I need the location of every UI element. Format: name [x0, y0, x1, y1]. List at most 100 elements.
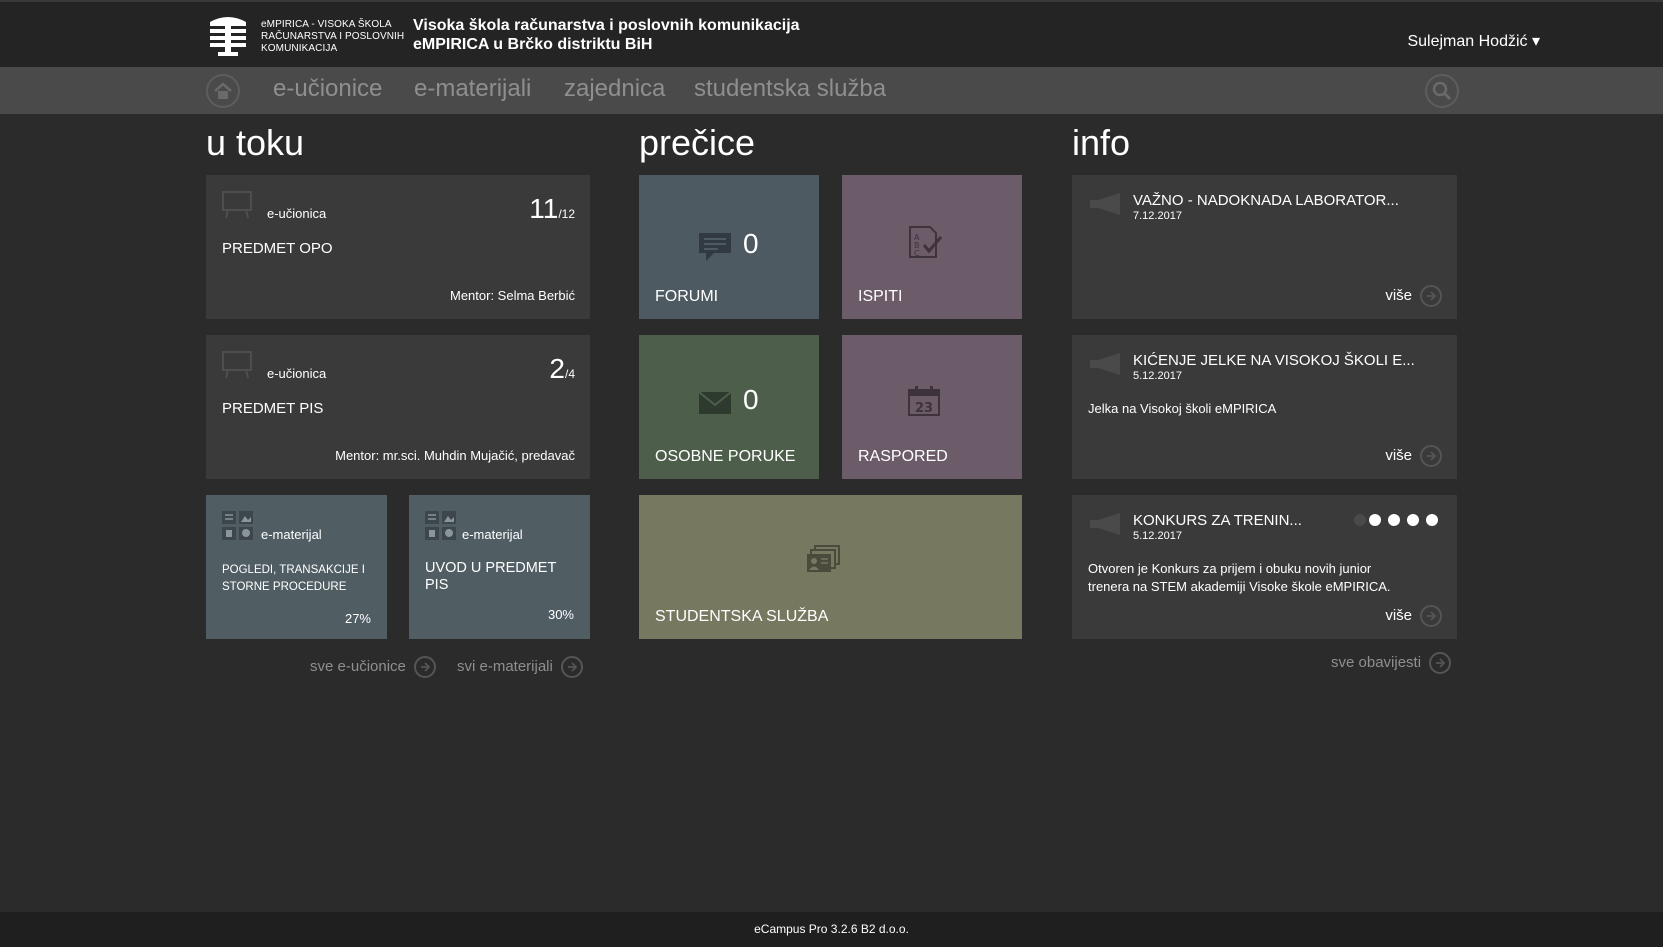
classroom-mentor: Mentor: Selma Berbić	[450, 288, 575, 303]
classroom-icon	[222, 351, 252, 379]
all-materials-label: svi e-materijali	[457, 657, 553, 675]
classroom-progress-current: 2	[549, 353, 565, 384]
message-count: 0	[743, 384, 759, 415]
carousel-dots	[1354, 513, 1438, 531]
info-more-label: više	[1385, 606, 1412, 624]
nav-item-studentska-sluzba[interactable]: studentska služba	[694, 75, 886, 103]
nav-item-e-materijali[interactable]: e-materijali	[414, 75, 531, 103]
forum-count: 0	[743, 228, 759, 259]
svg-text:C: C	[914, 249, 920, 258]
material-progress: 27%	[344, 611, 371, 626]
search-icon	[1432, 81, 1452, 101]
megaphone-icon	[1090, 353, 1120, 375]
classroom-name: PREDMET OPO	[222, 240, 333, 257]
calendar-day: 23	[915, 401, 933, 416]
section-title-precice: prečice	[639, 122, 756, 163]
classroom-progress-total: /4	[564, 367, 575, 381]
all-notices-label: sve obavijesti	[1331, 653, 1422, 671]
nav-item-e-ucionice[interactable]: e-učionice	[273, 75, 382, 103]
classroom-type: e-učionica	[267, 366, 327, 381]
nav-item-zajednica[interactable]: zajednica	[564, 75, 665, 103]
all-materials-link[interactable]: svi e-materijali	[457, 656, 583, 678]
exam-icon: A B C	[909, 226, 942, 258]
classroom-progress: 2/4	[549, 353, 575, 385]
info-more-link[interactable]: više	[1385, 445, 1442, 467]
calendar-icon: 23	[908, 386, 940, 416]
classroom-progress: 11/12	[529, 193, 575, 225]
info-item-nadoknada[interactable]: VAŽNO - NADOKNADA LABORATOR... 7.12.2017…	[1072, 175, 1457, 319]
shortcut-raspored[interactable]: 23 RASPORED	[842, 335, 1022, 479]
school-title-line1: Visoka škola računarstva i poslovnih kom…	[413, 17, 800, 34]
id-cards-icon	[807, 545, 840, 572]
material-type: e-materijal	[462, 527, 523, 542]
megaphone-icon	[1090, 513, 1120, 535]
info-more-link[interactable]: više	[1385, 285, 1442, 307]
user-menu[interactable]: Sulejman Hodžić ▾	[1407, 31, 1540, 51]
material-name-line1: POGLEDI, TRANSAKCIJE I	[222, 564, 365, 576]
material-progress: 30%	[547, 607, 574, 622]
home-icon	[214, 82, 232, 99]
header-bar: eMPIRICA - VISOKA ŠKOLA RAČUNARSTVA I PO…	[0, 0, 1663, 67]
carousel-dot[interactable]	[1369, 514, 1381, 526]
classroom-mentor: Mentor: mr.sci. Muhdin Mujačić, predavač	[335, 448, 575, 463]
school-title: Visoka škola računarstva i poslovnih kom…	[413, 16, 800, 54]
all-notices-link[interactable]: sve obavijesti	[1331, 652, 1452, 674]
shortcut-label: RASPORED	[858, 448, 948, 465]
material-tile-uvod-pis[interactable]: e-materijal UVOD U PREDMET PIS 30%	[409, 495, 590, 639]
info-date: 7.12.2017	[1133, 210, 1182, 222]
classroom-progress-total: /12	[558, 207, 575, 221]
material-icon	[222, 511, 253, 540]
classroom-tile-opo[interactable]: e-učionica 11/12 PREDMET OPO Mentor: Sel…	[206, 175, 590, 319]
forum-icon	[699, 233, 731, 261]
info-body-line2: trenera na STEM akademiji Visoke škole e…	[1088, 579, 1391, 594]
school-title-line2: eMPIRICA u Brčko distriktu BiH	[413, 36, 653, 53]
material-type: e-materijal	[261, 527, 322, 542]
shortcut-osobne-poruke[interactable]: 0 OSOBNE PORUKE	[639, 335, 819, 479]
megaphone-icon	[1090, 193, 1120, 215]
shortcut-label: STUDENTSKA SLUŽBA	[655, 608, 829, 625]
all-classrooms-label: sve e-učionice	[310, 657, 406, 675]
info-title: KIĆENJE JELKE NA VISOKOJ ŠKOLI E...	[1133, 352, 1415, 369]
info-body: Otvoren je Konkurs za prijem i obuku nov…	[1088, 560, 1391, 596]
classroom-type: e-učionica	[267, 206, 327, 221]
info-more-link[interactable]: više	[1385, 605, 1442, 627]
arrow-right-icon	[413, 656, 436, 678]
logo-text-line1: eMPIRICA - VISOKA ŠKOLA	[261, 19, 392, 30]
section-title-info: info	[1072, 122, 1131, 163]
arrow-right-icon	[560, 656, 583, 678]
carousel-dot[interactable]	[1426, 514, 1438, 526]
material-name-line1: UVOD U PREDMET	[425, 560, 557, 576]
shortcut-label: ISPITI	[858, 288, 903, 305]
school-logo-icon[interactable]	[206, 14, 250, 60]
info-title: VAŽNO - NADOKNADA LABORATOR...	[1133, 192, 1399, 209]
arrow-right-icon	[1420, 445, 1442, 467]
search-button[interactable]	[1425, 74, 1459, 108]
material-name-line2: STORNE PROCEDURE	[222, 581, 347, 593]
shortcut-studentska-sluzba[interactable]: STUDENTSKA SLUŽBA	[639, 495, 1022, 639]
arrow-right-icon	[1420, 605, 1442, 627]
all-classrooms-link[interactable]: sve e-učionice	[310, 656, 436, 678]
envelope-icon	[698, 391, 732, 414]
info-item-jelka[interactable]: KIĆENJE JELKE NA VISOKOJ ŠKOLI E... 5.12…	[1072, 335, 1457, 479]
classroom-name: PREDMET PIS	[222, 400, 324, 417]
info-body: Jelka na Visokoj školi eMPIRICA	[1088, 400, 1276, 418]
carousel-dot[interactable]	[1407, 514, 1419, 526]
section-title-u-toku: u toku	[206, 122, 305, 163]
material-name: UVOD U PREDMET PIS	[425, 560, 556, 594]
shortcut-ispiti[interactable]: A B C ISPITI	[842, 175, 1022, 319]
classroom-icon	[222, 191, 252, 219]
material-name: POGLEDI, TRANSAKCIJE I STORNE PROCEDURE	[222, 562, 365, 596]
info-title: KONKURS ZA TRENIN...	[1133, 512, 1302, 529]
classroom-tile-pis[interactable]: e-učionica 2/4 PREDMET PIS Mentor: mr.sc…	[206, 335, 590, 479]
info-body-line1: Otvoren je Konkurs za prijem i obuku nov…	[1088, 561, 1372, 576]
classroom-progress-current: 11	[529, 193, 559, 224]
info-more-label: više	[1385, 286, 1412, 304]
arrow-right-icon	[1420, 285, 1442, 307]
info-date: 5.12.2017	[1133, 530, 1182, 542]
material-tile-pogledi[interactable]: e-materijal POGLEDI, TRANSAKCIJE I STORN…	[206, 495, 387, 639]
carousel-dot[interactable]	[1388, 514, 1400, 526]
home-button[interactable]	[206, 74, 240, 108]
carousel-dot[interactable]	[1354, 514, 1366, 526]
shortcut-forumi[interactable]: 0 FORUMI	[639, 175, 819, 319]
info-item-konkurs[interactable]: KONKURS ZA TRENIN... 5.12.2017 Otvoren j…	[1072, 495, 1457, 639]
